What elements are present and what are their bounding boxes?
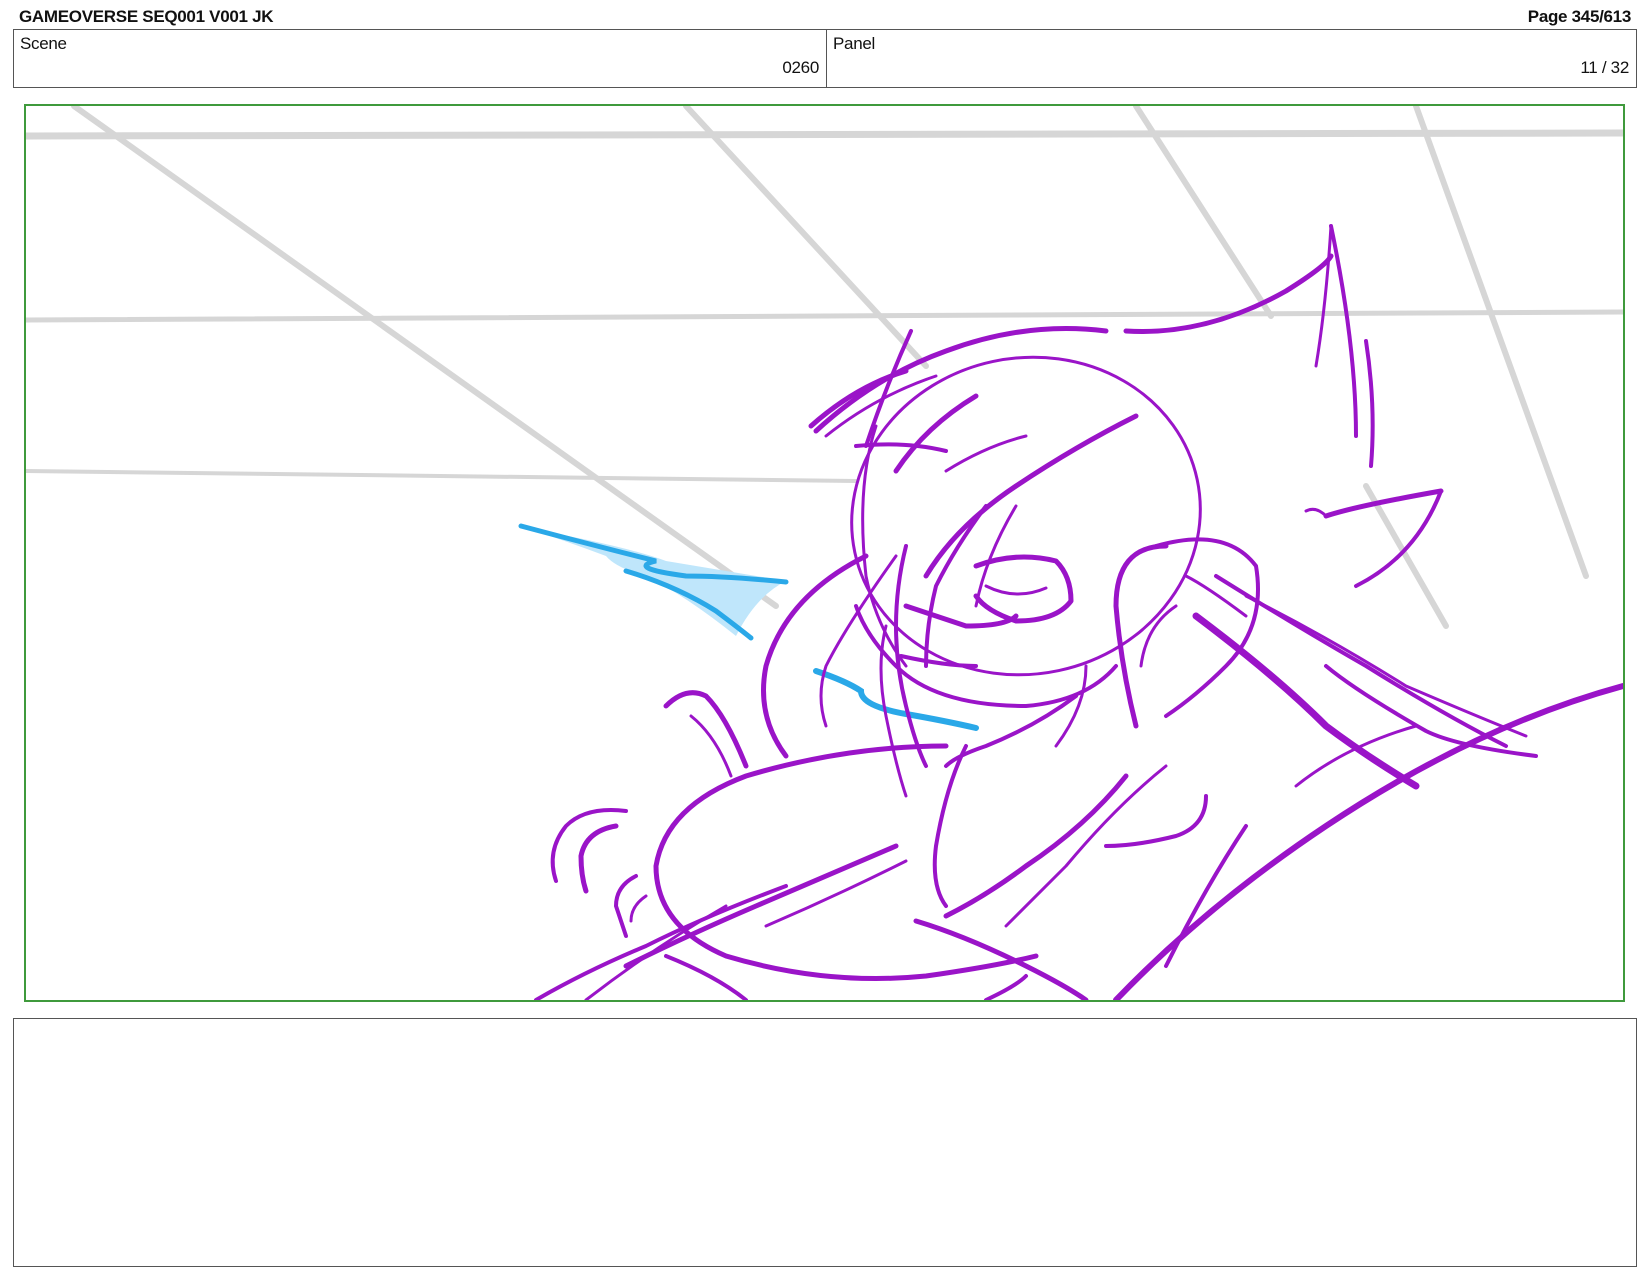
motion-effect (518, 523, 979, 731)
storyboard-frame (24, 104, 1625, 1002)
scene-label: Scene (20, 34, 67, 53)
scene-cell: Scene 0260 (14, 30, 827, 87)
panel-number: 11 / 32 (1580, 58, 1629, 77)
scene-number: 0260 (782, 58, 819, 77)
panel-cell: Panel 11 / 32 (827, 30, 1636, 87)
panel-notes-box (13, 1018, 1637, 1267)
scene-panel-info: Scene 0260 Panel 11 / 32 (13, 29, 1637, 88)
panel-label: Panel (833, 34, 875, 53)
character-sketch (534, 224, 1623, 1000)
storyboard-drawing (26, 106, 1623, 1000)
page-number: Page 345/613 (1527, 7, 1632, 26)
background-grid (26, 106, 1623, 629)
document-title: GAMEOVERSE SEQ001 V001 JK (19, 7, 274, 26)
